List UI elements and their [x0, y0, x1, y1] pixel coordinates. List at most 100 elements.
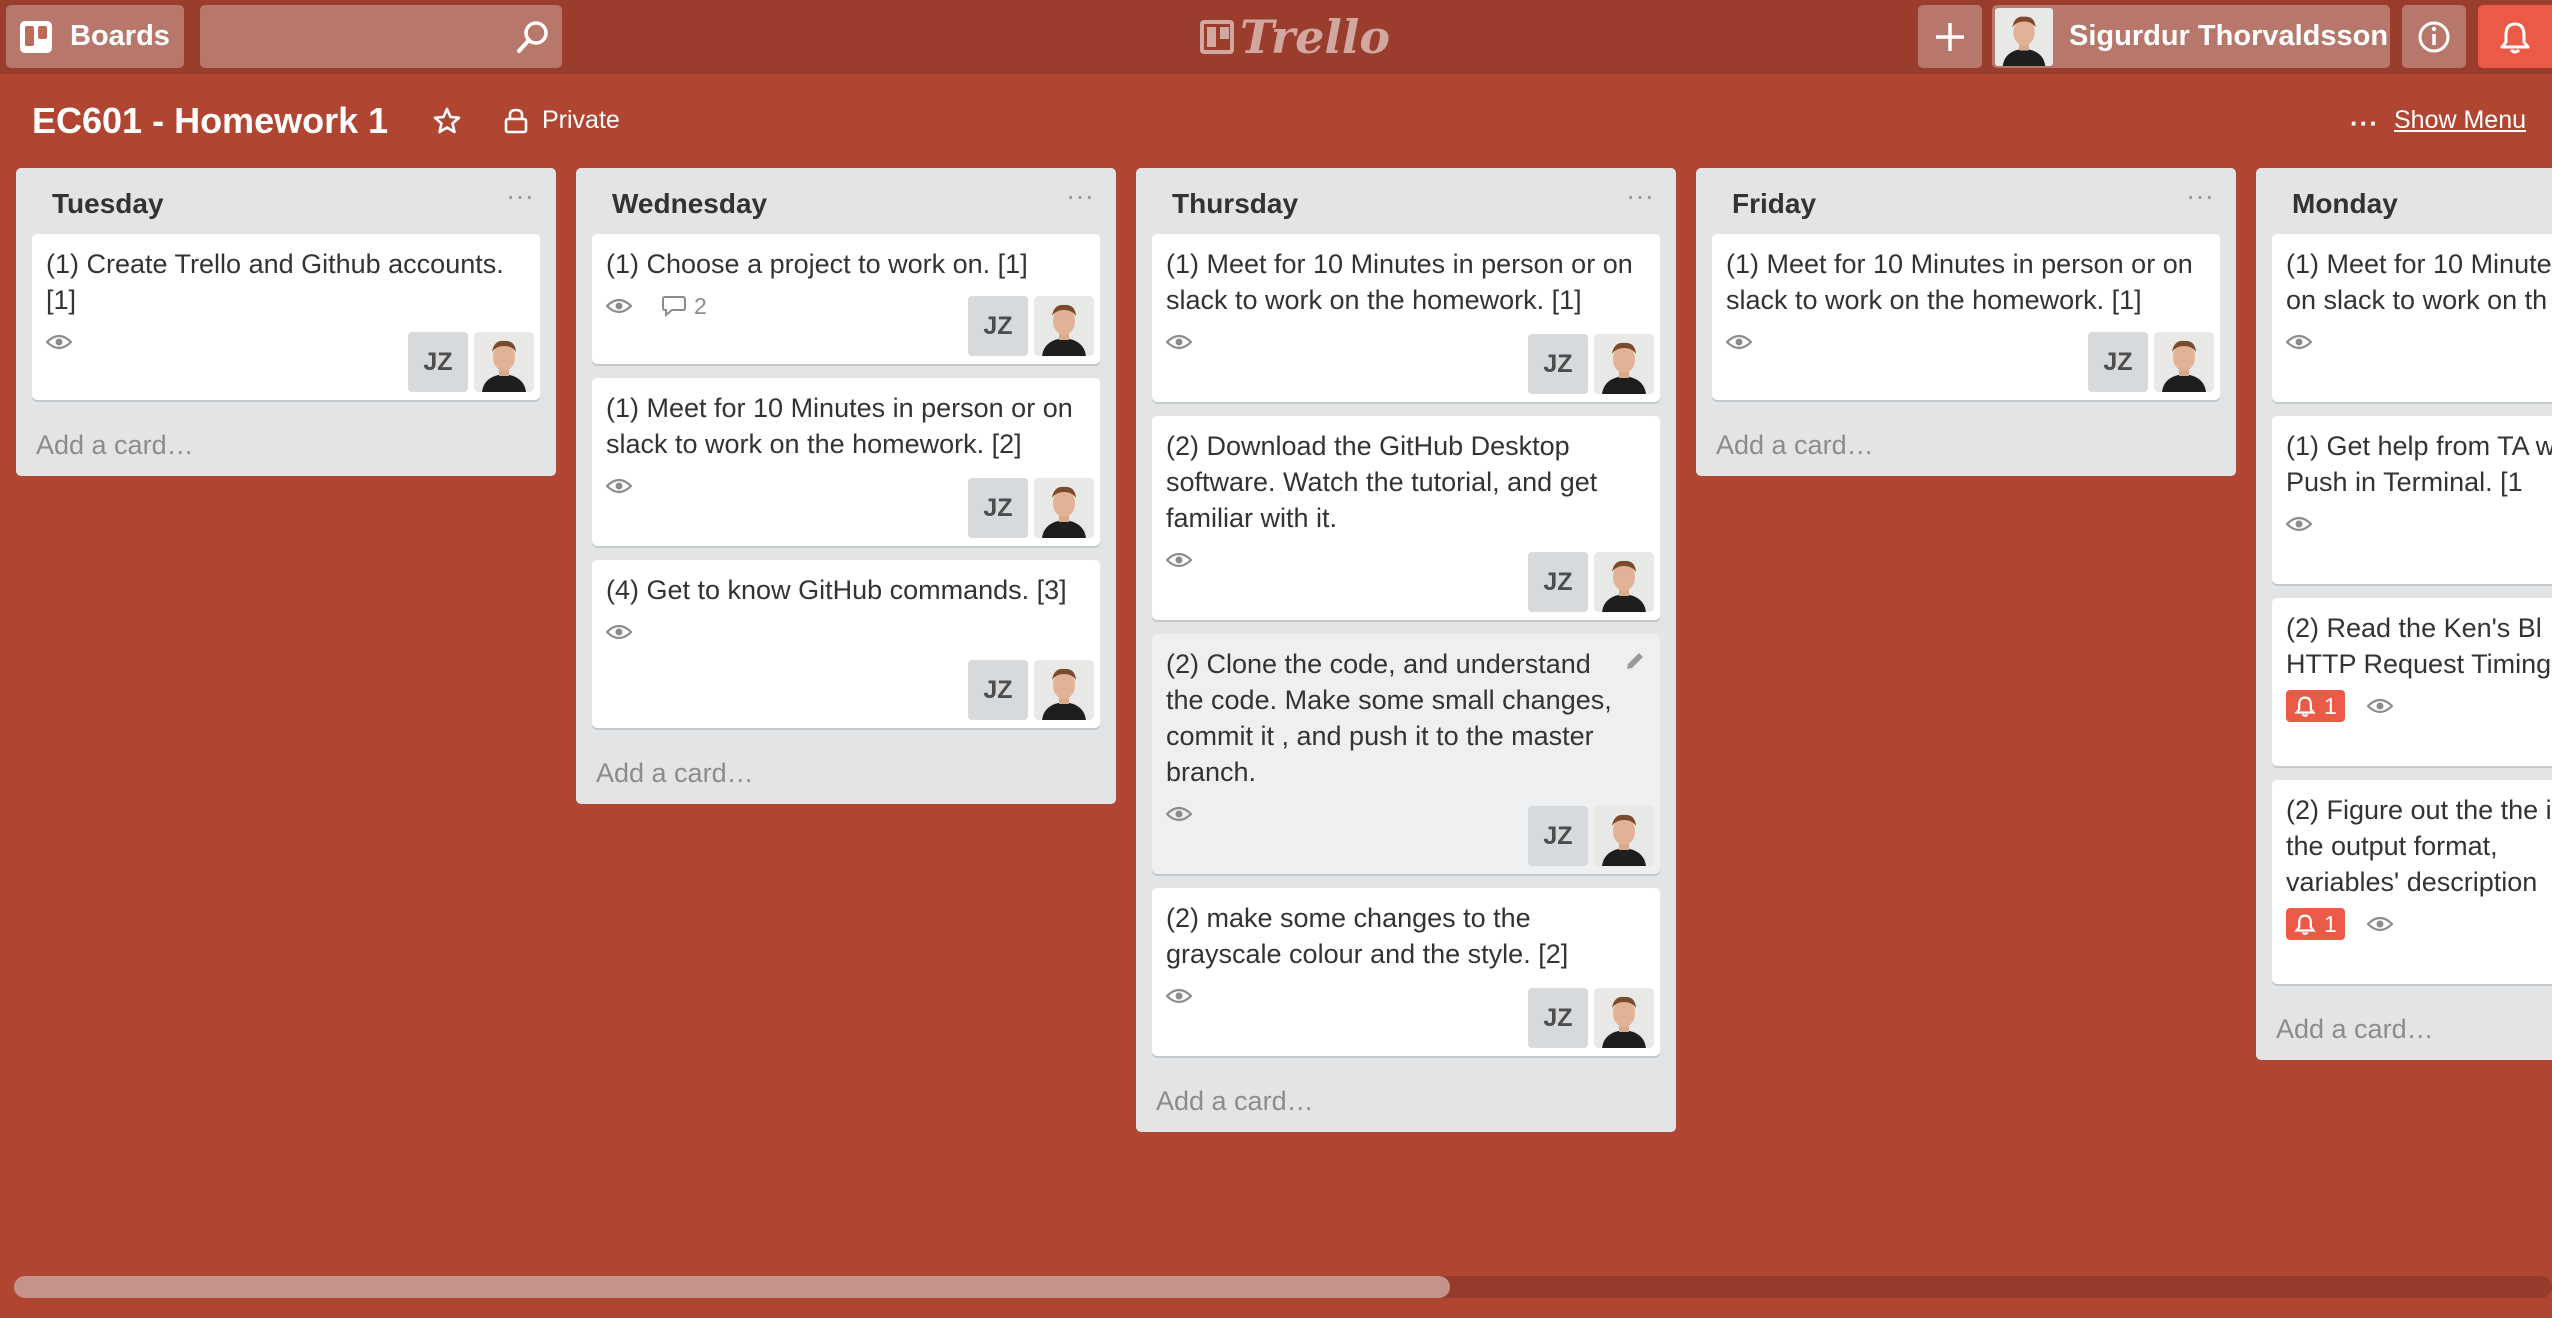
member-initials[interactable]: JZ — [1528, 988, 1588, 1048]
add-card-button[interactable]: Add a card… — [592, 742, 1100, 804]
card-members: JZ — [968, 296, 1094, 356]
member-avatar[interactable] — [1594, 988, 1654, 1048]
watch-icon — [606, 297, 640, 315]
info-button[interactable] — [2402, 5, 2466, 68]
pencil-icon[interactable] — [1624, 650, 1646, 672]
list-header[interactable]: Monday — [2272, 168, 2552, 234]
watch-icon — [606, 623, 640, 641]
comment-badge: 2 — [662, 293, 707, 320]
star-icon[interactable] — [432, 106, 462, 136]
card-title: (2) Clone the code, and understand the c… — [1166, 649, 1612, 787]
card-title: (2) make some changes to the grayscale c… — [1166, 903, 1569, 969]
user-avatar — [1995, 7, 2053, 66]
due-badge: 1 — [2286, 690, 2345, 722]
list-monday: Monday (1) Meet for 10 Minute on slack t… — [2256, 168, 2552, 1060]
card-members: JZ — [1528, 334, 1654, 394]
add-card-button[interactable]: Add a card… — [32, 414, 540, 476]
list-header[interactable]: Friday ··· — [1712, 168, 2220, 234]
search-icon[interactable] — [516, 20, 550, 54]
card-title: (1) Choose a project to work on. [1] — [606, 249, 1028, 279]
list-header[interactable]: Thursday ··· — [1152, 168, 1660, 234]
search-input[interactable] — [210, 20, 504, 53]
watch-icon — [2366, 697, 2401, 715]
card[interactable]: (1) Meet for 10 Minute on slack to work … — [2272, 234, 2552, 402]
card[interactable]: (2) Figure out the the in the output for… — [2272, 780, 2552, 984]
card-badges — [606, 612, 1086, 652]
member-initials[interactable]: JZ — [2088, 332, 2148, 392]
card-title: (1) Meet for 10 Minutes in person or on … — [1726, 249, 2193, 315]
card[interactable]: (4) Get to know GitHub commands. [3] JZ — [592, 560, 1100, 728]
card[interactable]: (1) Create Trello and Github accounts. [… — [32, 234, 540, 400]
boards-button[interactable]: Boards — [6, 5, 184, 68]
list-menu-icon[interactable]: ··· — [1626, 180, 1654, 212]
card-title: (1) Meet for 10 Minutes in person or on … — [606, 393, 1073, 459]
card-members: JZ — [968, 660, 1094, 720]
list-title[interactable]: Wednesday — [612, 188, 767, 220]
plus-icon — [1936, 22, 1964, 51]
list-title[interactable]: Thursday — [1172, 188, 1298, 220]
member-avatar[interactable] — [474, 332, 534, 392]
card-title: (1) Get help from TA w & Push in Termina… — [2286, 431, 2552, 497]
bell-icon — [2500, 22, 2530, 53]
list-menu-icon[interactable]: ··· — [506, 180, 534, 212]
card-title: (4) Get to know GitHub commands. [3] — [606, 575, 1067, 605]
add-button[interactable] — [1918, 5, 1982, 68]
card[interactable]: (2) Clone the code, and understand the c… — [1152, 634, 1660, 874]
add-card-button[interactable]: Add a card… — [1152, 1070, 1660, 1132]
member-initials[interactable]: JZ — [1528, 334, 1588, 394]
horizontal-scrollbar-thumb[interactable] — [14, 1276, 1450, 1298]
card-members: JZ — [968, 478, 1094, 538]
bell-icon — [2294, 914, 2316, 935]
member-avatar[interactable] — [2154, 332, 2214, 392]
card-members: JZ — [1528, 806, 1654, 866]
privacy-button[interactable]: Private — [504, 106, 620, 135]
member-avatar[interactable] — [1034, 296, 1094, 356]
card-badges: 1 — [2286, 686, 2552, 726]
list-tuesday: Tuesday ··· (1) Create Trello and Github… — [16, 168, 556, 476]
add-card-button[interactable]: Add a card… — [1712, 414, 2220, 476]
card-badges — [2286, 322, 2552, 362]
list-title[interactable]: Monday — [2292, 188, 2398, 220]
watch-icon — [46, 333, 80, 351]
list-title[interactable]: Friday — [1732, 188, 1816, 220]
member-avatar[interactable] — [1594, 334, 1654, 394]
list-header[interactable]: Wednesday ··· — [592, 168, 1100, 234]
member-avatar[interactable] — [1594, 806, 1654, 866]
notifications-button[interactable] — [2478, 5, 2552, 68]
menu-dots-icon[interactable]: ··· — [2350, 108, 2379, 139]
member-initials[interactable]: JZ — [1528, 552, 1588, 612]
card[interactable]: (2) make some changes to the grayscale c… — [1152, 888, 1660, 1056]
card[interactable]: (1) Choose a project to work on. [1] 2 J… — [592, 234, 1100, 364]
user-menu-button[interactable]: Sigurdur Thorvaldsson — [1992, 5, 2390, 68]
member-initials[interactable]: JZ — [968, 478, 1028, 538]
member-initials[interactable]: JZ — [1528, 806, 1588, 866]
card[interactable]: (1) Get help from TA w & Push in Termina… — [2272, 416, 2552, 584]
list-menu-icon[interactable]: ··· — [2186, 180, 2214, 212]
member-avatar[interactable] — [1034, 660, 1094, 720]
watch-icon — [1166, 805, 1200, 823]
list-header[interactable]: Tuesday ··· — [32, 168, 540, 234]
card[interactable]: (1) Meet for 10 Minutes in person or on … — [1152, 234, 1660, 402]
user-name: Sigurdur Thorvaldsson — [2069, 20, 2389, 52]
card[interactable]: (2) Download the GitHub Desktop software… — [1152, 416, 1660, 620]
trello-logo[interactable]: Trello — [1200, 8, 1390, 66]
add-card-button[interactable]: Add a card… — [2272, 998, 2552, 1060]
list-friday: Friday ··· (1) Meet for 10 Minutes in pe… — [1696, 168, 2236, 476]
board-title[interactable]: EC601 - Homework 1 — [32, 100, 388, 142]
member-avatar[interactable] — [1034, 478, 1094, 538]
search-box[interactable] — [200, 5, 562, 68]
member-initials[interactable]: JZ — [968, 296, 1028, 356]
card[interactable]: (2) Read the Ken's Bl HTTP Request Timin… — [2272, 598, 2552, 766]
member-initials[interactable]: JZ — [968, 660, 1028, 720]
card-members: JZ — [1528, 988, 1654, 1048]
card-title: (1) Meet for 10 Minutes in person or on … — [1166, 249, 1633, 315]
member-initials[interactable]: JZ — [408, 332, 468, 392]
show-menu-link[interactable]: Show Menu — [2394, 106, 2526, 135]
list-title[interactable]: Tuesday — [52, 188, 164, 220]
card[interactable]: (1) Meet for 10 Minutes in person or on … — [592, 378, 1100, 546]
member-avatar[interactable] — [1594, 552, 1654, 612]
card-title: (2) Download the GitHub Desktop software… — [1166, 431, 1598, 533]
list-menu-icon[interactable]: ··· — [1066, 180, 1094, 212]
card-title: (2) Figure out the the in the output for… — [2286, 795, 2552, 897]
card[interactable]: (1) Meet for 10 Minutes in person or on … — [1712, 234, 2220, 400]
